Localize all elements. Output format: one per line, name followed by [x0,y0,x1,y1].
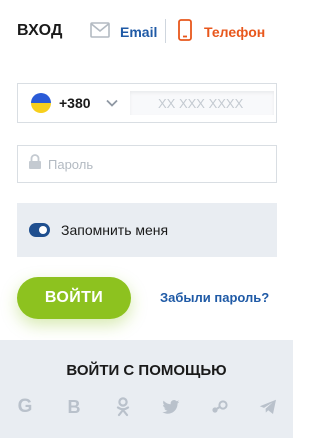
remember-me-row[interactable]: Запомнить меня [17,203,277,257]
telegram-icon[interactable] [258,396,278,418]
ukraine-flag-icon [31,93,51,113]
tab-email-label: Email [120,24,158,40]
steam-icon[interactable] [209,396,229,418]
social-icons-row: G B [0,396,293,420]
social-login-title: ВОЙТИ С ПОМОЩЬЮ [66,362,227,379]
tab-phone-label: Телефон [204,24,266,40]
country-code-value: +380 [59,95,91,111]
tab-divider [165,19,166,43]
country-code-select[interactable]: +380 [18,84,126,122]
phone-field: +380 [17,83,277,123]
remember-me-toggle[interactable] [29,223,50,237]
chevron-down-icon [105,99,118,107]
login-button[interactable]: ВОЙТИ [17,277,131,319]
login-header: ВХОД Email Телефон [0,0,293,62]
odnoklassniki-icon[interactable] [113,396,133,418]
phone-icon [178,18,192,46]
login-title: ВХОД [17,22,63,39]
social-login-section: ВОЙТИ С ПОМОЩЬЮ G B [0,340,293,438]
forgot-password-link[interactable]: Забыли пароль? [160,290,269,305]
phone-number-input[interactable] [130,91,274,115]
google-icon[interactable]: G [15,396,35,418]
password-field[interactable] [17,145,277,183]
twitter-icon[interactable] [161,396,181,418]
password-input[interactable] [48,156,258,172]
vk-icon[interactable]: B [64,396,84,418]
envelope-icon [90,21,110,43]
lock-icon [28,153,42,175]
tab-phone[interactable]: Телефон [178,18,265,46]
remember-me-label: Запомнить меня [61,222,169,238]
login-panel: ВХОД Email Телефон +380 XX XXX XXXX Запо… [0,0,293,438]
tab-email[interactable]: Email [90,18,157,46]
